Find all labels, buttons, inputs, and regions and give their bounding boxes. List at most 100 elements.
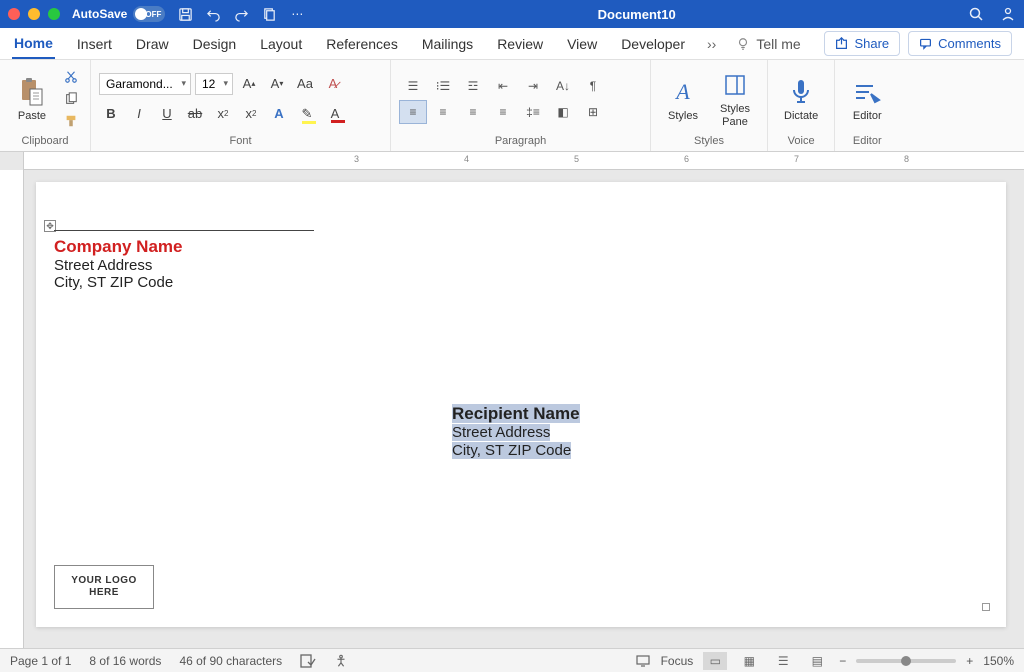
word-count[interactable]: 8 of 16 words xyxy=(89,654,161,668)
accessibility-icon[interactable] xyxy=(334,654,348,668)
sender-city[interactable]: City, ST ZIP Code xyxy=(54,274,314,291)
draft-icon[interactable]: ▤ xyxy=(805,652,829,670)
voice-label: Voice xyxy=(776,133,826,151)
recipient-name[interactable]: Recipient Name xyxy=(452,404,580,424)
sort-icon[interactable]: A↓ xyxy=(549,74,577,98)
align-left-icon[interactable]: ≡ xyxy=(399,100,427,124)
align-right-icon[interactable]: ≡ xyxy=(459,100,487,124)
print-layout-icon[interactable]: ▭ xyxy=(703,652,727,670)
undo-icon[interactable] xyxy=(205,6,221,22)
comments-button[interactable]: Comments xyxy=(908,31,1012,56)
sender-block[interactable]: Company Name Street Address City, ST ZIP… xyxy=(54,230,314,291)
autosave-label: AutoSave xyxy=(72,7,127,21)
horizontal-ruler[interactable]: 3 4 5 6 7 8 xyxy=(24,152,1024,170)
font-color-icon[interactable]: A xyxy=(323,103,347,125)
minimize-window[interactable] xyxy=(28,8,40,20)
decrease-indent-icon[interactable]: ⇤ xyxy=(489,74,517,98)
styles-label: Styles xyxy=(659,133,759,151)
logo-placeholder[interactable]: YOUR LOGO HERE xyxy=(54,565,154,609)
close-window[interactable] xyxy=(8,8,20,20)
account-icon[interactable] xyxy=(1000,6,1016,22)
decrease-font-icon[interactable]: A▾ xyxy=(265,73,289,95)
page[interactable]: ✥ Company Name Street Address City, ST Z… xyxy=(36,182,1006,627)
align-center-icon[interactable]: ≡ xyxy=(429,100,457,124)
text-effects-icon[interactable]: A xyxy=(267,103,291,125)
copy-icon[interactable] xyxy=(60,89,82,109)
underline-button[interactable]: U xyxy=(155,103,179,125)
outline-icon[interactable]: ☰ xyxy=(771,652,795,670)
redo-icon[interactable] xyxy=(233,6,249,22)
recipient-street[interactable]: Street Address xyxy=(452,424,580,442)
cut-icon[interactable] xyxy=(60,67,82,87)
font-name-combo[interactable]: Garamond... xyxy=(99,73,191,95)
group-paragraph: ☰ ⁝☰ ☲ ⇤ ⇥ A↓ ¶ ≡ ≡ ≡ ≡ ‡≡ ◧ ⊞ Paragraph xyxy=(391,60,651,151)
spellcheck-icon[interactable] xyxy=(300,654,316,668)
company-name[interactable]: Company Name xyxy=(54,237,314,257)
sender-street[interactable]: Street Address xyxy=(54,257,314,274)
tab-mailings[interactable]: Mailings xyxy=(420,30,475,58)
tab-review[interactable]: Review xyxy=(495,30,545,58)
focus-mode[interactable]: Focus xyxy=(661,654,694,668)
tab-home[interactable]: Home xyxy=(12,29,55,59)
maximize-window[interactable] xyxy=(48,8,60,20)
zoom-slider[interactable] xyxy=(856,659,956,663)
zoom-level[interactable]: 150% xyxy=(983,654,1014,668)
borders-icon[interactable]: ⊞ xyxy=(579,100,607,124)
multilevel-icon[interactable]: ☲ xyxy=(459,74,487,98)
tab-view[interactable]: View xyxy=(565,30,599,58)
display-settings-icon[interactable] xyxy=(635,654,651,668)
increase-font-icon[interactable]: A▴ xyxy=(237,73,261,95)
bulb-icon xyxy=(736,37,750,51)
mic-icon xyxy=(785,76,817,108)
styles-pane-button[interactable]: Styles Pane xyxy=(711,65,759,131)
tab-insert[interactable]: Insert xyxy=(75,30,114,58)
editor-icon xyxy=(851,76,883,108)
highlight-icon[interactable]: ✎ xyxy=(295,103,319,125)
dictate-button[interactable]: Dictate xyxy=(776,72,826,126)
template-icon[interactable] xyxy=(261,6,277,22)
tab-design[interactable]: Design xyxy=(191,30,239,58)
show-marks-icon[interactable]: ¶ xyxy=(579,74,607,98)
autosave-toggle[interactable]: AutoSave OFF xyxy=(72,6,165,22)
subscript-button[interactable]: x2 xyxy=(211,103,235,125)
styles-button[interactable]: A Styles xyxy=(659,72,707,126)
resize-handle-icon[interactable] xyxy=(982,603,990,611)
shading-icon[interactable]: ◧ xyxy=(549,100,577,124)
format-painter-icon[interactable] xyxy=(60,111,82,131)
font-size-combo[interactable]: 12 xyxy=(195,73,233,95)
change-case-icon[interactable]: Aa xyxy=(293,73,317,95)
save-icon[interactable] xyxy=(177,6,193,22)
tell-me[interactable]: Tell me xyxy=(736,36,800,52)
more-icon[interactable]: ⋯ xyxy=(289,6,305,22)
recipient-city[interactable]: City, ST ZIP Code xyxy=(452,442,580,460)
share-button[interactable]: Share xyxy=(824,31,900,56)
tab-layout[interactable]: Layout xyxy=(258,30,304,58)
bold-button[interactable]: B xyxy=(99,103,123,125)
italic-button[interactable]: I xyxy=(127,103,151,125)
justify-icon[interactable]: ≡ xyxy=(489,100,517,124)
editor-button[interactable]: Editor xyxy=(843,72,891,126)
clear-formatting-icon[interactable]: A̷ xyxy=(321,73,345,95)
line-spacing-icon[interactable]: ‡≡ xyxy=(519,100,547,124)
char-count[interactable]: 46 of 90 characters xyxy=(179,654,282,668)
search-icon[interactable] xyxy=(968,6,984,22)
page-count[interactable]: Page 1 of 1 xyxy=(10,654,71,668)
web-layout-icon[interactable]: ▦ xyxy=(737,652,761,670)
tab-draw[interactable]: Draw xyxy=(134,30,171,58)
bullets-icon[interactable]: ☰ xyxy=(399,74,427,98)
tab-references[interactable]: References xyxy=(324,30,400,58)
increase-indent-icon[interactable]: ⇥ xyxy=(519,74,547,98)
vertical-ruler[interactable] xyxy=(0,170,24,648)
more-tabs-icon[interactable]: ›› xyxy=(707,36,716,52)
paste-button[interactable]: Paste xyxy=(8,72,56,126)
strikethrough-button[interactable]: ab xyxy=(183,103,207,125)
superscript-button[interactable]: x2 xyxy=(239,103,263,125)
font-label: Font xyxy=(99,133,382,151)
recipient-block[interactable]: Recipient Name Street Address City, ST Z… xyxy=(452,404,580,460)
tab-developer[interactable]: Developer xyxy=(619,30,687,58)
autosave-switch[interactable]: OFF xyxy=(133,6,165,22)
numbering-icon[interactable]: ⁝☰ xyxy=(429,74,457,98)
zoom-in-icon[interactable]: + xyxy=(966,654,973,668)
share-icon xyxy=(835,37,848,50)
zoom-out-icon[interactable]: − xyxy=(839,654,846,668)
